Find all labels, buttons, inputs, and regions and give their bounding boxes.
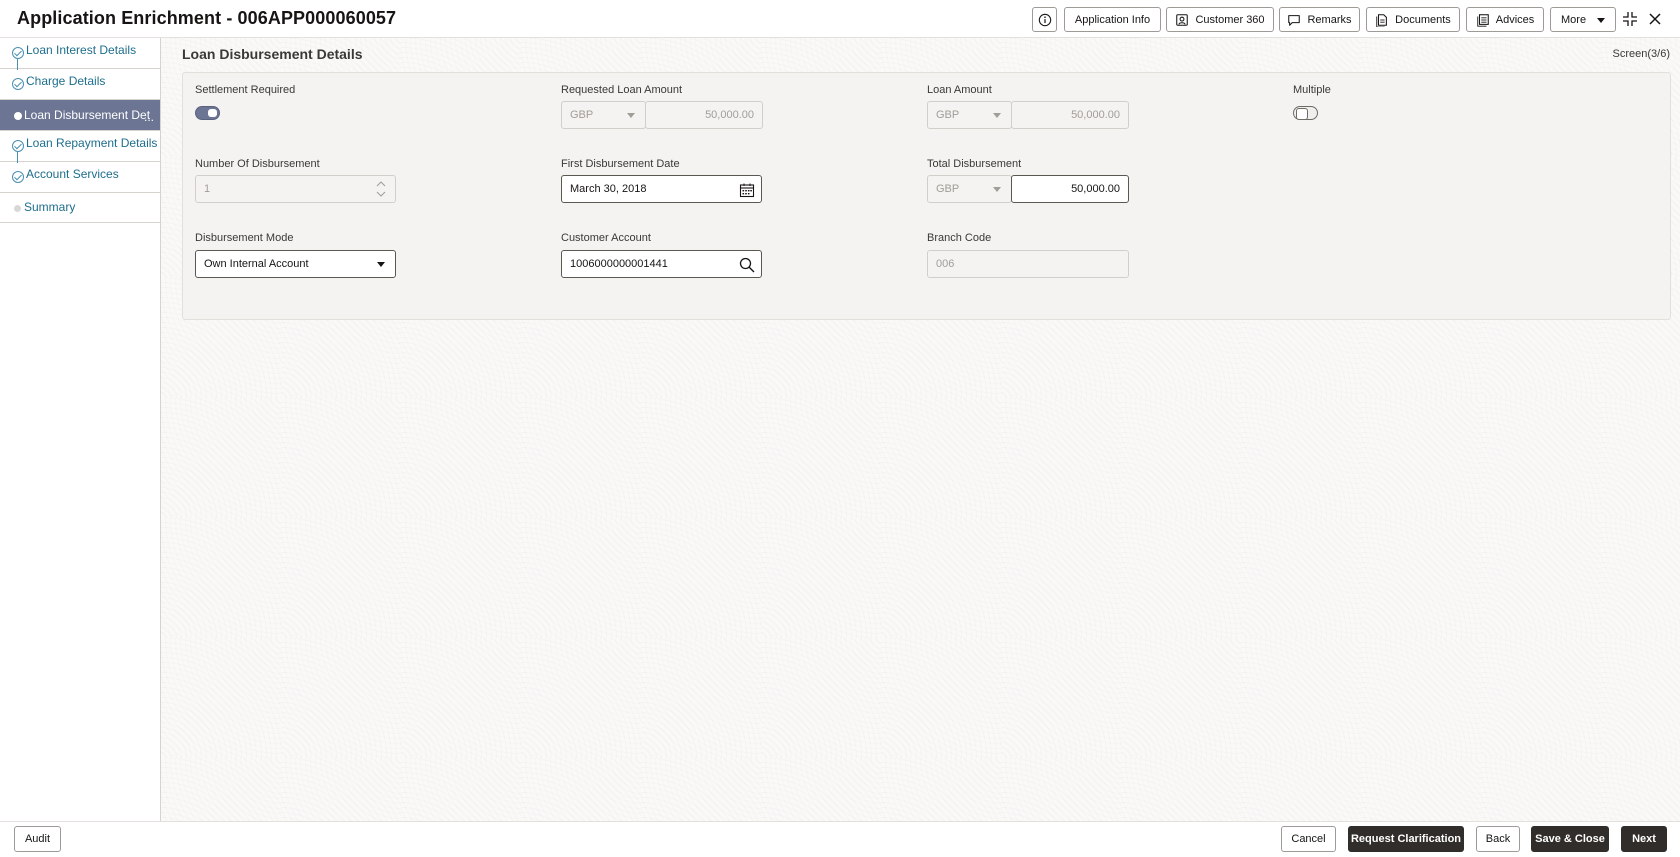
application-info-button[interactable]: Application Info xyxy=(1064,7,1161,32)
pending-step-icon xyxy=(14,205,21,212)
section-title: Loan Disbursement Details xyxy=(182,46,363,62)
branch-code-input: 006 xyxy=(927,250,1129,278)
currency-value: GBP xyxy=(936,183,960,195)
customer-360-label: Customer 360 xyxy=(1195,13,1265,26)
currency-value: GBP xyxy=(570,109,594,121)
comment-icon xyxy=(1288,14,1301,26)
caret-down-icon xyxy=(993,113,1001,118)
check-circle-icon xyxy=(12,47,24,59)
date-value: March 30, 2018 xyxy=(570,183,647,195)
first-disbursement-date-picker[interactable]: March 30, 2018 xyxy=(561,175,762,203)
save-close-button[interactable]: Save & Close xyxy=(1531,826,1609,852)
more-dropdown[interactable]: More xyxy=(1550,7,1616,32)
caret-down-icon xyxy=(1597,18,1605,23)
sidebar-item-label: Loan Interest Details xyxy=(26,43,137,57)
advices-button[interactable]: Advices xyxy=(1466,7,1544,32)
settlement-required-label: Settlement Required xyxy=(195,84,296,96)
caret-down-icon xyxy=(993,187,1001,192)
sidebar-item-loan-disbursement-details[interactable]: Loan Disbursement Det ... xyxy=(0,100,160,131)
currency-value: GBP xyxy=(936,109,960,121)
search-icon[interactable] xyxy=(739,257,755,273)
first-disbursement-date-label: First Disbursement Date xyxy=(561,158,680,170)
number-value: 1 xyxy=(204,183,211,195)
info-icon xyxy=(1038,13,1051,26)
back-button[interactable]: Back xyxy=(1476,826,1520,852)
next-button[interactable]: Next xyxy=(1621,826,1667,852)
sidebar-item-charge-details[interactable]: Charge Details xyxy=(0,69,160,100)
requested-loan-amount-label: Requested Loan Amount xyxy=(561,84,683,96)
more-label: More xyxy=(1561,13,1587,26)
requested-loan-currency-select: GBP xyxy=(561,101,646,129)
sidebar-item-label: Charge Details xyxy=(26,74,106,88)
sidebar-item-label: Account Services xyxy=(26,167,119,181)
total-disbursement-label: Total Disbursement xyxy=(927,158,1022,170)
ellipsis-icon: ... xyxy=(143,110,154,124)
documents-button[interactable]: Documents xyxy=(1366,7,1460,32)
advices-label: Advices xyxy=(1495,13,1535,26)
application-info-label: Application Info xyxy=(1074,13,1151,26)
multiple-label: Multiple xyxy=(1293,84,1331,96)
advices-icon xyxy=(1477,13,1489,27)
sidebar-item-loan-repayment-details[interactable]: Loan Repayment Details xyxy=(0,131,160,163)
minimize-screen-button[interactable] xyxy=(1619,8,1641,30)
caret-down-icon xyxy=(627,113,635,118)
customer-icon xyxy=(1176,13,1189,26)
multiple-toggle[interactable] xyxy=(1293,106,1318,120)
audit-button[interactable]: Audit xyxy=(14,826,61,852)
customer-account-input[interactable]: 1006000000001441 xyxy=(561,250,762,278)
sidebar-nav: Loan Interest Details Charge Details Loa… xyxy=(0,38,161,821)
caret-down-icon xyxy=(377,262,385,267)
disbursement-form-panel: Settlement Required Requested Loan Amoun… xyxy=(182,72,1671,320)
sidebar-item-loan-interest-details[interactable]: Loan Interest Details xyxy=(0,38,160,70)
amount-value: 50,000.00 xyxy=(1071,183,1120,195)
customer-360-button[interactable]: Customer 360 xyxy=(1166,7,1274,32)
total-disbursement-amount-input[interactable]: 50,000.00 xyxy=(1011,175,1129,203)
disbursement-mode-label: Disbursement Mode xyxy=(195,232,294,244)
current-step-icon xyxy=(14,112,22,120)
check-circle-icon xyxy=(12,140,24,152)
info-button[interactable] xyxy=(1032,7,1057,32)
calendar-icon[interactable] xyxy=(739,182,755,198)
check-circle-icon xyxy=(12,171,24,183)
close-icon xyxy=(1649,13,1661,25)
customer-account-value: 1006000000001441 xyxy=(570,258,668,270)
branch-code-label: Branch Code xyxy=(927,232,992,244)
documents-label: Documents xyxy=(1395,13,1451,26)
number-of-disbursement-stepper: 1 xyxy=(195,175,396,203)
customer-account-label: Customer Account xyxy=(561,232,651,244)
loan-amount-input: 50,000.00 xyxy=(1011,101,1129,129)
disbursement-mode-value: Own Internal Account xyxy=(204,258,309,270)
sidebar-item-label: Loan Repayment Details xyxy=(26,136,158,150)
amount-value: 50,000.00 xyxy=(705,109,754,121)
remarks-button[interactable]: Remarks xyxy=(1279,7,1360,32)
total-disbursement-currency-select: GBP xyxy=(927,175,1012,203)
app-header: Application Enrichment - 006APP000060057… xyxy=(0,0,1680,38)
collapse-icon xyxy=(1623,12,1637,26)
check-circle-icon xyxy=(12,78,24,90)
stepper-arrows-icon xyxy=(376,181,386,197)
branch-code-value: 006 xyxy=(936,258,955,270)
requested-loan-amount-input: 50,000.00 xyxy=(645,101,763,129)
request-clarification-button[interactable]: Request Clarification xyxy=(1348,826,1464,852)
remarks-label: Remarks xyxy=(1307,13,1352,26)
close-button[interactable] xyxy=(1644,8,1666,30)
loan-currency-select: GBP xyxy=(927,101,1012,129)
sidebar-item-label: Summary xyxy=(24,200,76,214)
sidebar-item-summary[interactable]: Summary xyxy=(0,193,160,223)
settlement-required-toggle[interactable] xyxy=(195,106,220,120)
number-of-disbursement-label: Number Of Disbursement xyxy=(195,158,320,170)
sidebar-item-account-services[interactable]: Account Services xyxy=(0,162,160,193)
screen-indicator: Screen(3/6) xyxy=(1612,48,1670,60)
disbursement-mode-select[interactable]: Own Internal Account xyxy=(195,250,396,278)
document-icon xyxy=(1376,13,1388,27)
footer-bar: Audit Cancel Request Clarification Back … xyxy=(0,821,1680,857)
main-content: Loan Disbursement Details Screen(3/6) Se… xyxy=(161,38,1680,821)
cancel-button[interactable]: Cancel xyxy=(1281,826,1336,852)
amount-value: 50,000.00 xyxy=(1071,109,1120,121)
page-title: Application Enrichment - 006APP000060057 xyxy=(17,8,397,28)
loan-amount-label: Loan Amount xyxy=(927,84,992,96)
sidebar-item-label: Loan Disbursement Det xyxy=(24,108,151,122)
